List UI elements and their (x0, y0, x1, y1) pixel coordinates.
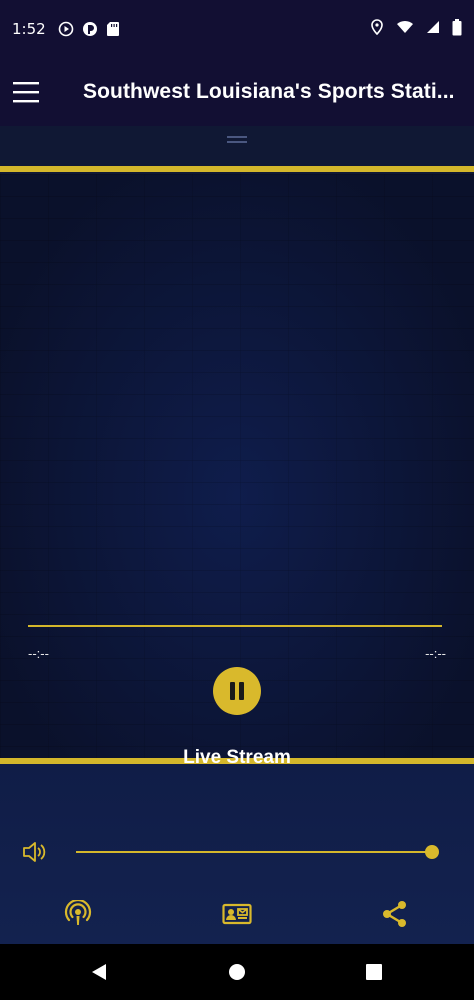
contact-button[interactable] (221, 898, 253, 930)
top-divider (0, 166, 474, 172)
sd-card-icon (106, 21, 120, 37)
volume-slider-thumb[interactable] (425, 845, 439, 859)
wifi-icon (396, 20, 414, 38)
battery-icon (452, 18, 462, 40)
share-button[interactable] (379, 898, 411, 930)
back-icon (92, 964, 106, 980)
menu-button[interactable] (0, 58, 52, 126)
pocket-casts-icon (82, 21, 98, 37)
recents-button[interactable] (364, 962, 384, 982)
podcast-icon (64, 900, 92, 925)
status-bar: 1:52 (0, 0, 474, 58)
volume-control (0, 836, 474, 868)
back-button[interactable] (89, 962, 109, 982)
total-time: --:-- (425, 646, 446, 661)
system-nav-bar (0, 944, 474, 1000)
play-circle-icon (58, 21, 74, 37)
recents-icon (366, 964, 382, 980)
home-icon (229, 964, 245, 980)
signal-icon (426, 20, 440, 38)
share-icon (383, 901, 406, 927)
podcast-button[interactable] (62, 898, 94, 930)
volume-slider-track[interactable] (76, 851, 432, 853)
action-bar (0, 898, 474, 930)
volume-icon[interactable] (22, 840, 48, 869)
elapsed-time: --:-- (28, 646, 49, 661)
stream-label: Live Stream (183, 747, 291, 768)
contact-card-icon (222, 903, 252, 925)
app-bar: Southwest Louisiana's Sports Stati... (0, 58, 474, 126)
app-title: Southwest Louisiana's Sports Stati... (83, 80, 455, 103)
location-icon (370, 19, 384, 39)
pause-icon (230, 682, 235, 700)
player-panel: --:-- --:-- Live Stream (0, 126, 474, 944)
hamburger-icon (13, 82, 39, 103)
pause-button[interactable] (213, 667, 261, 715)
progress-bar[interactable] (28, 625, 442, 627)
drag-handle[interactable] (227, 136, 247, 143)
status-time: 1:52 (12, 20, 46, 38)
home-button[interactable] (227, 962, 247, 982)
